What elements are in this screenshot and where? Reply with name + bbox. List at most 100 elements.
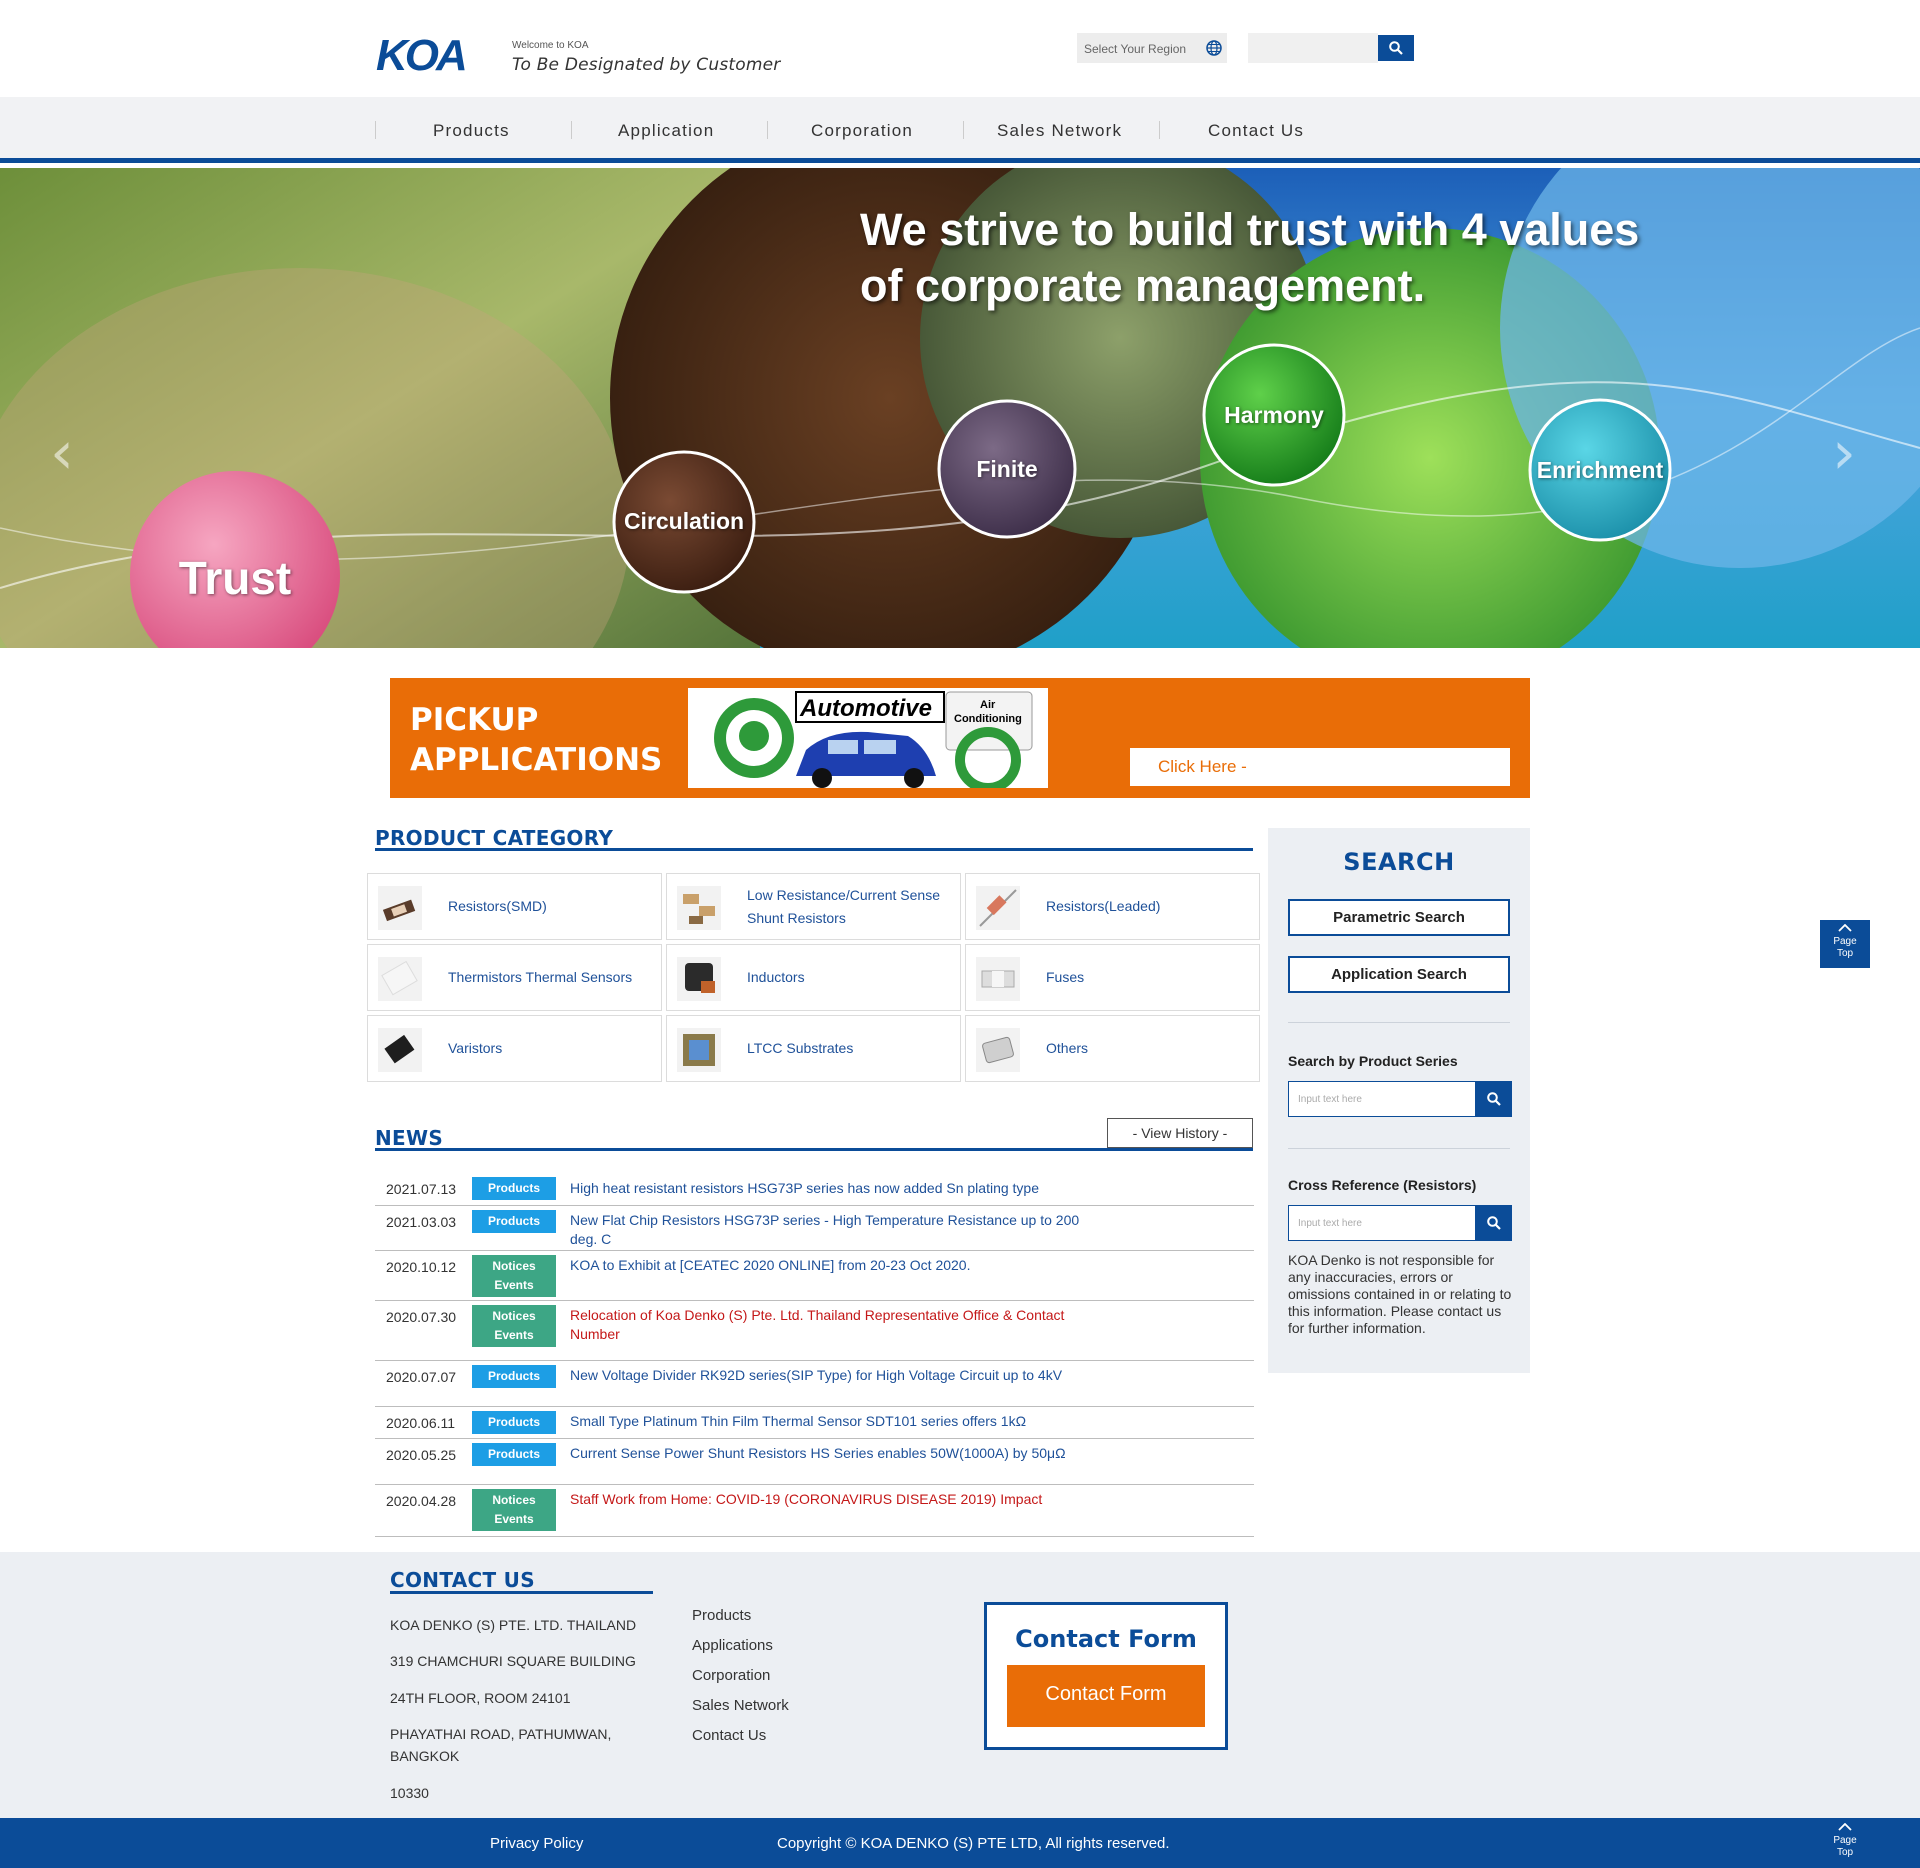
category-label: Thermistors Thermal Sensors: [448, 969, 633, 985]
footer-link-sales-network[interactable]: Sales Network: [692, 1697, 789, 1714]
privacy-policy-link[interactable]: Privacy Policy: [490, 1835, 583, 1852]
category-thermistors[interactable]: Thermistors Thermal Sensors: [367, 944, 662, 1011]
category-varistors[interactable]: Varistors: [367, 1015, 662, 1082]
koa-logo[interactable]: KOA: [376, 34, 501, 74]
badge-line-1: Notices: [492, 1309, 536, 1323]
category-label: Fuses: [1046, 969, 1085, 985]
bubble-circulation: Circulation: [623, 508, 745, 534]
pickup-image[interactable]: Automotive Air Conditioning: [688, 688, 1048, 788]
badge-line-1: Notices: [492, 1259, 536, 1273]
address-line: 10330: [390, 1785, 429, 1801]
carousel-prev-arrow[interactable]: ‹: [50, 418, 74, 488]
header-search-input[interactable]: [1248, 33, 1378, 63]
news-title-link[interactable]: New Flat Chip Resistors HSG73P series - …: [570, 1211, 1090, 1249]
product-series-label: Search by Product Series: [1288, 1053, 1458, 1069]
pickup-applications-banner: PICKUP APPLICATIONS Automotive Air Condi…: [390, 678, 1530, 798]
page-top-label-2: Top: [1836, 1847, 1854, 1858]
footer-bar: Privacy Policy Copyright © KOA DENKO (S)…: [0, 1818, 1920, 1868]
main-nav: Products Application Corporation Sales N…: [0, 97, 1920, 163]
bubble-harmony: Harmony: [1224, 402, 1324, 428]
parametric-search-button[interactable]: Parametric Search: [1288, 899, 1510, 936]
nav-divider: [1159, 121, 1160, 139]
news-row: 2020.07.30 Notices Events Relocation of …: [375, 1301, 1254, 1361]
address-line: 24TH FLOOR, ROOM 24101: [390, 1690, 571, 1706]
carousel-next-arrow[interactable]: ›: [1832, 418, 1856, 488]
pickup-title-line-1: PICKUP: [410, 702, 539, 738]
category-others[interactable]: Others: [965, 1015, 1260, 1082]
application-search-button[interactable]: Application Search: [1288, 956, 1510, 993]
news-date: 2020.06.11: [386, 1415, 456, 1431]
nav-item-sales-network[interactable]: Sales Network: [997, 121, 1122, 141]
news-title-link[interactable]: New Voltage Divider RK92D series(SIP Typ…: [570, 1366, 1090, 1385]
pickup-click-here-button[interactable]: Click Here -: [1130, 748, 1510, 786]
footer-page-top-button[interactable]: Page Top: [1820, 1822, 1870, 1865]
header-search-button[interactable]: [1378, 35, 1414, 61]
footer-link-products[interactable]: Products: [692, 1607, 751, 1624]
footer-link-corporation[interactable]: Corporation: [692, 1667, 770, 1684]
cross-reference-search-button[interactable]: [1476, 1205, 1512, 1241]
nav-item-corporation[interactable]: Corporation: [811, 121, 913, 141]
hero-title: We strive to build trust with 4 values o…: [860, 202, 1639, 314]
site-header: KOA Welcome to KOA To Be Designated by C…: [0, 0, 1920, 97]
category-inductors[interactable]: Inductors: [666, 944, 961, 1011]
category-shunt-resistors[interactable]: Low Resistance/Current Sense Shunt Resis…: [666, 873, 961, 940]
search-disclaimer: KOA Denko is not responsible for any ina…: [1288, 1252, 1512, 1336]
news-badge-products: Products: [472, 1411, 556, 1434]
pickup-title-line-2: APPLICATIONS: [410, 742, 663, 778]
nav-item-products[interactable]: Products: [433, 121, 510, 141]
contact-us-heading: CONTACT US: [390, 1568, 535, 1592]
news-date: 2020.07.07: [386, 1369, 457, 1385]
category-label: Low Resistance/Current Sense Shunt Resis…: [747, 887, 940, 926]
automotive-label: Automotive: [799, 695, 932, 722]
category-fuses[interactable]: Fuses: [965, 944, 1260, 1011]
region-selector[interactable]: Select Your Region: [1077, 33, 1227, 63]
news-date: 2020.04.28: [386, 1493, 457, 1509]
news-title-link[interactable]: Current Sense Power Shunt Resistors HS S…: [570, 1444, 1090, 1463]
news-date: 2020.07.30: [386, 1309, 457, 1325]
region-label: Select Your Region: [1084, 42, 1187, 56]
page-top-button[interactable]: Page Top: [1820, 920, 1870, 968]
address-line: KOA DENKO (S) PTE. LTD. THAILAND: [390, 1617, 637, 1633]
footer-link-contact-us[interactable]: Contact Us: [692, 1727, 766, 1744]
category-ltcc-substrates[interactable]: LTCC Substrates: [666, 1015, 961, 1082]
news-badge-notices-events: Notices Events: [472, 1305, 556, 1347]
copyright-text: Copyright © KOA DENKO (S) PTE LTD, All r…: [777, 1835, 1170, 1852]
news-row: 2020.10.12 Notices Events KOA to Exhibit…: [375, 1251, 1254, 1301]
page-top-label-1: Page: [1833, 936, 1857, 947]
page-top-label-1: Page: [1833, 1835, 1857, 1846]
news-badge-products: Products: [472, 1210, 556, 1233]
nav-divider: [963, 121, 964, 139]
news-title-link[interactable]: Relocation of Koa Denko (S) Pte. Ltd. Th…: [570, 1306, 1090, 1344]
footer-contact-section: CONTACT US KOA DENKO (S) PTE. LTD. THAIL…: [0, 1552, 1920, 1818]
news-badge-products: Products: [472, 1443, 556, 1466]
category-resistors-smd[interactable]: Resistors(SMD): [367, 873, 662, 940]
pickup-illustration: Automotive Air Conditioning: [714, 691, 1033, 788]
footer-link-applications[interactable]: Applications: [692, 1637, 773, 1654]
contact-form-button[interactable]: Contact Form: [1007, 1665, 1205, 1727]
air-label-1: Air: [980, 699, 996, 711]
product-series-input[interactable]: Input text here: [1288, 1081, 1476, 1117]
category-label: Others: [1046, 1040, 1089, 1056]
view-history-button[interactable]: - View History -: [1107, 1118, 1253, 1148]
news-title-link[interactable]: KOA to Exhibit at [CEATEC 2020 ONLINE] f…: [570, 1256, 1090, 1275]
varistor-icon: [378, 1028, 422, 1072]
news-date: 2020.10.12: [386, 1259, 457, 1275]
cross-reference-input[interactable]: Input text here: [1288, 1205, 1476, 1241]
hero-carousel[interactable]: We strive to build trust with 4 values o…: [0, 168, 1920, 648]
news-underline: [375, 1148, 1253, 1151]
news-title-link[interactable]: Small Type Platinum Thin Film Thermal Se…: [570, 1412, 1090, 1431]
contact-form-box: Contact Form Contact Form: [984, 1602, 1228, 1750]
badge-line-2: Events: [494, 1278, 534, 1292]
news-title-link[interactable]: High heat resistant resistors HSG73P ser…: [570, 1179, 1090, 1198]
chevron-up-icon: [1838, 1822, 1852, 1831]
category-resistors-leaded[interactable]: Resistors(Leaded): [965, 873, 1260, 940]
nav-item-contact-us[interactable]: Contact Us: [1208, 121, 1304, 141]
welcome-text: Welcome to KOA: [512, 40, 589, 51]
svg-text:KOA: KOA: [376, 34, 465, 74]
nav-item-application[interactable]: Application: [618, 121, 714, 141]
hero-title-line-2: of corporate management.: [860, 260, 1426, 311]
address-line: PHAYATHAI ROAD, PATHUMWAN, BANGKOK: [390, 1726, 612, 1764]
category-label: Varistors: [448, 1040, 503, 1056]
news-title-link[interactable]: Staff Work from Home: COVID-19 (CORONAVI…: [570, 1490, 1090, 1509]
product-series-search-button[interactable]: [1476, 1081, 1512, 1117]
